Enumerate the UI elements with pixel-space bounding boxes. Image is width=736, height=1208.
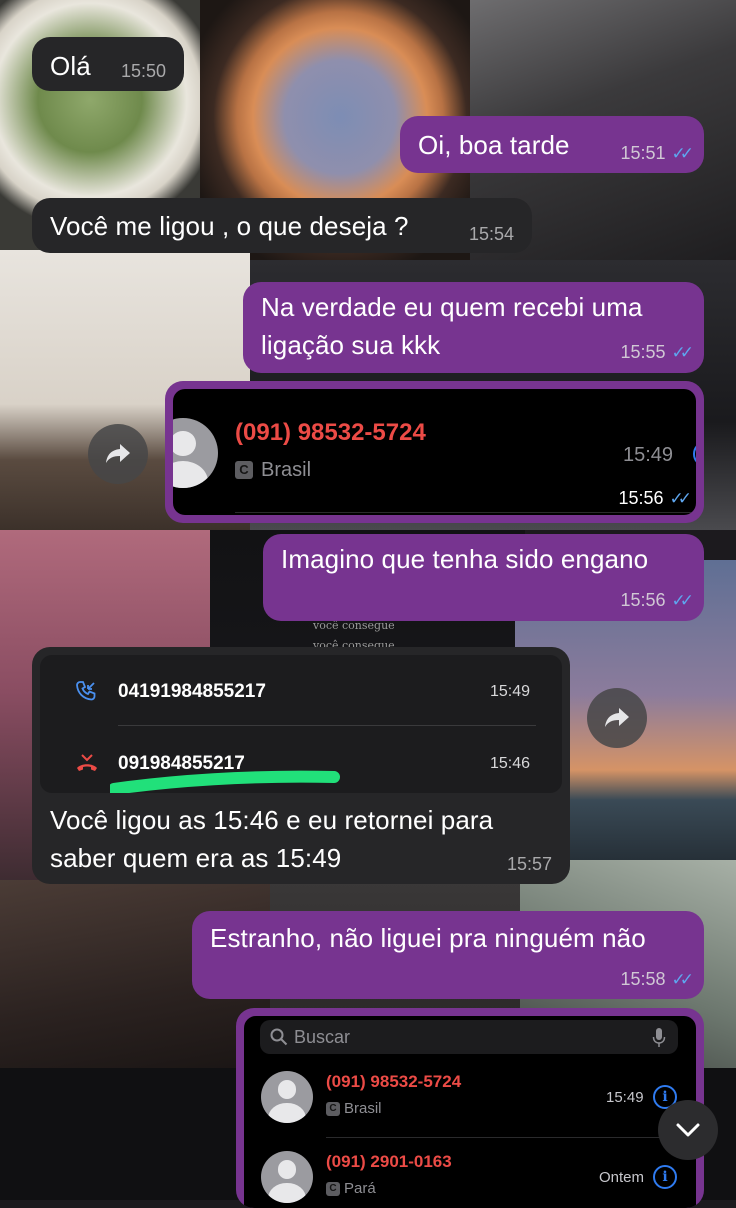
divider bbox=[118, 725, 536, 726]
search-icon bbox=[270, 1028, 288, 1046]
message-text: saber quem era as 15:49 bbox=[50, 843, 342, 873]
message-text: Você ligou as 15:46 e eu retornei para bbox=[50, 805, 494, 835]
forward-icon bbox=[605, 708, 629, 727]
message-text: Estranho, não liguei pra ninguém não bbox=[210, 923, 646, 953]
contact-avatar bbox=[173, 418, 218, 488]
message-bubble[interactable]: Oi, boa tarde 15:51 ✓✓ bbox=[400, 116, 704, 173]
message-time: 15:54 bbox=[468, 224, 514, 244]
read-ticks-icon: ✓✓ bbox=[671, 591, 694, 610]
message-text: Olá bbox=[50, 51, 91, 81]
missed-call-icon bbox=[77, 754, 97, 771]
search-bar[interactable]: Buscar bbox=[260, 1020, 678, 1054]
divider bbox=[326, 1137, 696, 1138]
message-time: 15:56 bbox=[618, 488, 664, 508]
message-bubble[interactable]: Estranho, não liguei pra ninguém não 15:… bbox=[192, 911, 704, 999]
contact-badge: C bbox=[326, 1102, 340, 1116]
scroll-to-bottom-button[interactable] bbox=[658, 1100, 718, 1160]
message-text: Imagino que tenha sido engano bbox=[281, 544, 649, 574]
message-time: 15:51 bbox=[620, 143, 666, 163]
message-time: 15:55 bbox=[620, 342, 666, 362]
forward-button[interactable] bbox=[88, 424, 148, 484]
forward-icon bbox=[106, 444, 130, 463]
message-time: 15:58 bbox=[620, 969, 666, 989]
info-icon[interactable]: i bbox=[693, 441, 696, 467]
divider bbox=[235, 512, 696, 513]
message-time: 15:57 bbox=[506, 854, 552, 874]
call-time: 15:49 bbox=[623, 444, 674, 466]
message-bubble[interactable]: Na verdade eu quem recebi uma ligação su… bbox=[243, 282, 704, 373]
message-bubble[interactable]: Imagino que tenha sido engano 15:56 ✓✓ bbox=[263, 534, 704, 621]
message-bubble[interactable]: Você me ligou , o que deseja ? 15:54 bbox=[32, 198, 532, 253]
scribble-mark bbox=[110, 770, 340, 793]
phone-number: (091) 98532-5724 bbox=[235, 419, 426, 446]
incoming-call-icon bbox=[76, 681, 96, 701]
message-text: Na verdade eu quem recebi uma bbox=[261, 292, 643, 322]
read-ticks-icon: ✓✓ bbox=[669, 489, 692, 508]
message-time: 15:50 bbox=[120, 61, 166, 81]
message-bubble-with-image[interactable]: 04191984855217 15:49 091984855217 15:46 … bbox=[32, 647, 570, 884]
contact-number: (091) 98532-5724 bbox=[326, 1072, 462, 1091]
call-log-time: 15:49 bbox=[490, 683, 531, 700]
read-ticks-icon: ✓✓ bbox=[671, 970, 694, 989]
message-text: Você me ligou , o que deseja ? bbox=[50, 211, 409, 241]
message-bubble[interactable]: Olá 15:50 bbox=[32, 37, 184, 91]
chevron-down-icon bbox=[676, 1123, 700, 1137]
read-ticks-icon: ✓✓ bbox=[671, 343, 694, 362]
call-log-time: 15:46 bbox=[490, 755, 531, 772]
contact-avatar bbox=[261, 1071, 313, 1123]
contact-region: Brasil bbox=[261, 459, 312, 481]
contacts-screenshot[interactable]: Buscar (091) 98532-5724 C Brasil 15:49 i … bbox=[244, 1016, 696, 1208]
message-text: Oi, boa tarde bbox=[418, 130, 570, 160]
contact-region: Pará bbox=[344, 1180, 376, 1197]
read-ticks-icon: ✓✓ bbox=[671, 144, 694, 163]
contact-number: (091) 2901-0163 bbox=[326, 1152, 452, 1171]
info-icon[interactable]: i bbox=[653, 1165, 677, 1189]
image-message-contacts[interactable]: Buscar (091) 98532-5724 C Brasil 15:49 i … bbox=[236, 1008, 704, 1208]
contact-region: Brasil bbox=[344, 1100, 382, 1117]
microphone-icon[interactable] bbox=[652, 1027, 666, 1049]
forward-button[interactable] bbox=[587, 688, 647, 748]
contact-badge: C bbox=[235, 461, 253, 479]
contact-badge: C bbox=[326, 1182, 340, 1196]
contact-time: 15:49 bbox=[606, 1089, 644, 1106]
search-placeholder: Buscar bbox=[294, 1027, 351, 1047]
call-log-number: 04191984855217 bbox=[118, 681, 266, 702]
image-message-call[interactable]: (091) 98532-5724 C Brasil 15:49 i 15:56 ✓✓ bbox=[165, 381, 704, 523]
contact-time: Ontem bbox=[599, 1169, 645, 1186]
contact-avatar bbox=[261, 1151, 313, 1203]
call-log-screenshot[interactable]: 04191984855217 15:49 091984855217 15:46 bbox=[40, 655, 562, 793]
message-time: 15:56 bbox=[620, 590, 666, 610]
